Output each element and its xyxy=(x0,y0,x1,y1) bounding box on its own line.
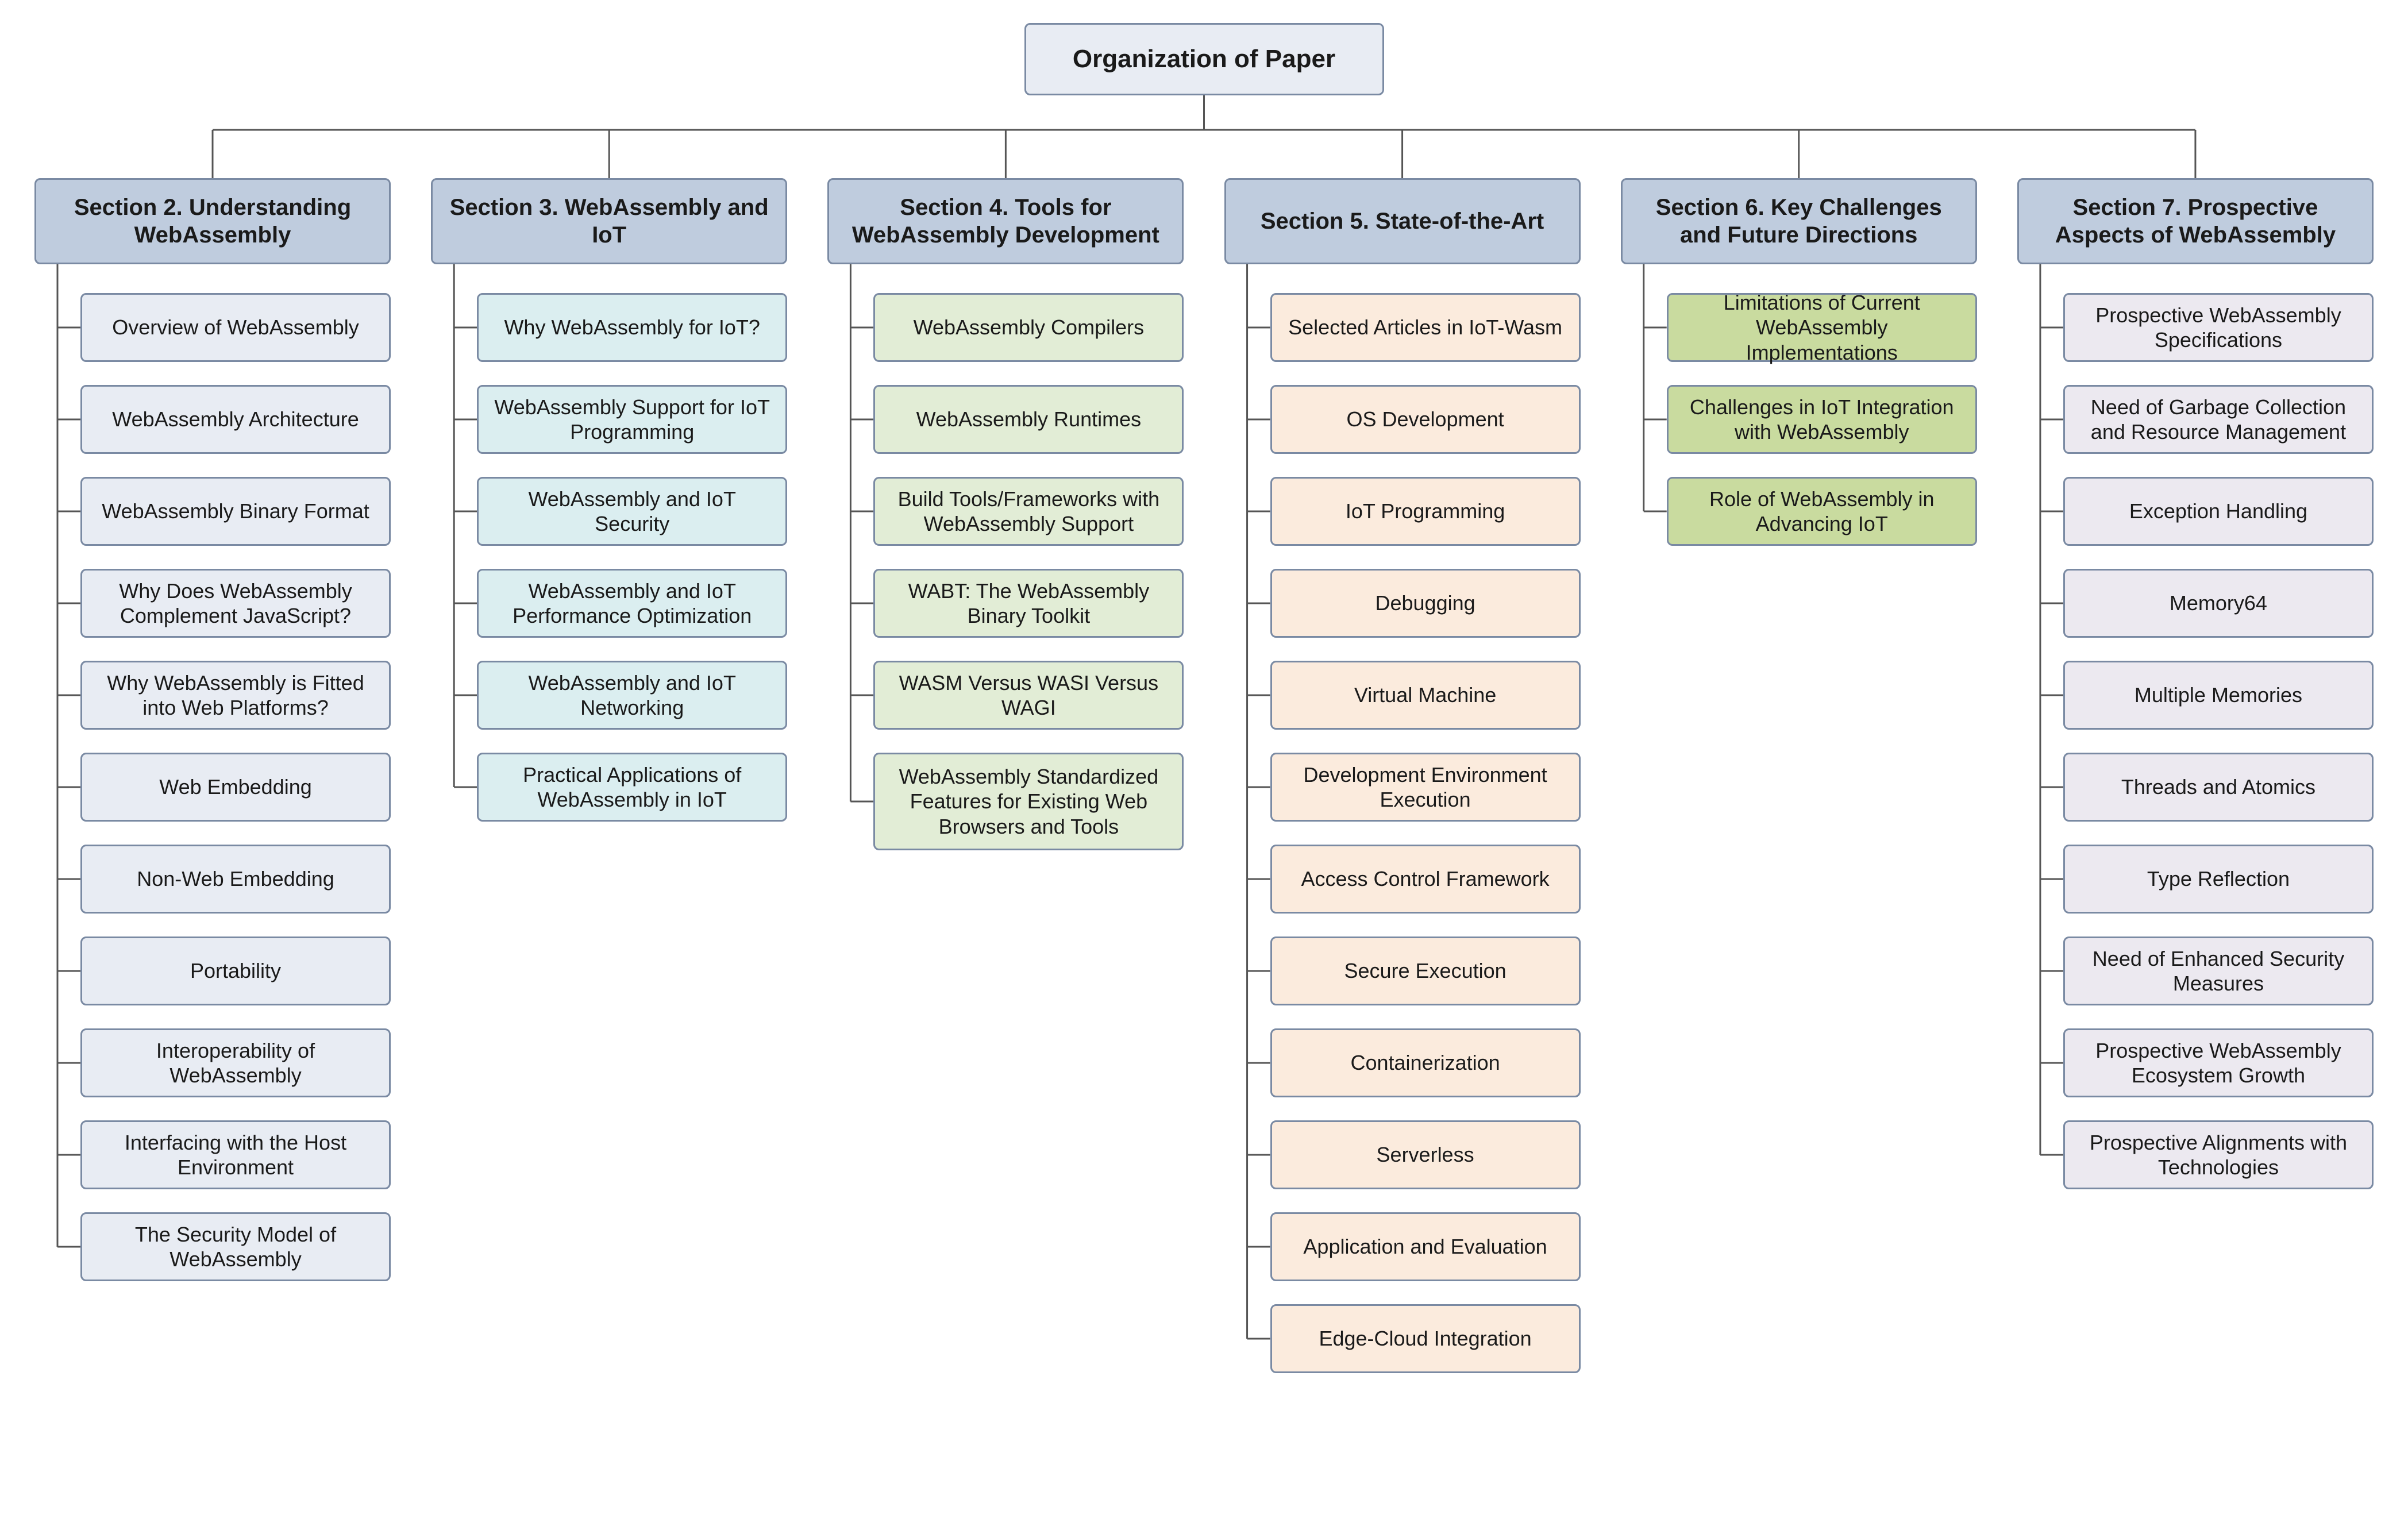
topic-node: Secure Execution xyxy=(1270,937,1581,1005)
section-column: Section 6. Key Challenges and Future Dir… xyxy=(1621,178,1977,1373)
topic-node: WebAssembly and IoT Security xyxy=(477,477,787,546)
topic-node: Practical Applications of WebAssembly in… xyxy=(477,753,787,822)
topic-node: WebAssembly Support for IoT Programming xyxy=(477,385,787,454)
topic-node: Threads and Atomics xyxy=(2063,753,2374,822)
topic-node: WebAssembly Runtimes xyxy=(873,385,1184,454)
topic-node: Multiple Memories xyxy=(2063,661,2374,730)
topic-node: Prospective Alignments with Technologies xyxy=(2063,1120,2374,1189)
section-column: Section 2. Understanding WebAssembly Over… xyxy=(34,178,391,1373)
section-children: WebAssembly Compilers WebAssembly Runtime… xyxy=(827,293,1184,850)
section-column: Section 7. Prospective Aspects of WebAss… xyxy=(2017,178,2374,1373)
topic-node: OS Development xyxy=(1270,385,1581,454)
topic-node: Type Reflection xyxy=(2063,845,2374,914)
section-header: Section 7. Prospective Aspects of WebAss… xyxy=(2017,178,2374,264)
topic-node: WebAssembly and IoT Networking xyxy=(477,661,787,730)
topic-node: WABT: The WebAssembly Binary Toolkit xyxy=(873,569,1184,638)
topic-node: Why WebAssembly for IoT? xyxy=(477,293,787,362)
topic-node: IoT Programming xyxy=(1270,477,1581,546)
topic-node: Non-Web Embedding xyxy=(80,845,391,914)
topic-node: Overview of WebAssembly xyxy=(80,293,391,362)
topic-node: Containerization xyxy=(1270,1028,1581,1097)
topic-node: Interfacing with the Host Environment xyxy=(80,1120,391,1189)
topic-node: WebAssembly Standardized Features for Ex… xyxy=(873,753,1184,850)
section-column: Section 3. WebAssembly and IoT Why WebAss… xyxy=(431,178,787,1373)
topic-node: Exception Handling xyxy=(2063,477,2374,546)
columns-container: Section 2. Understanding WebAssembly Over… xyxy=(34,178,2374,1373)
topic-node: Development Environment Execution xyxy=(1270,753,1581,822)
topic-node: WebAssembly Architecture xyxy=(80,385,391,454)
topic-node: Limitations of Current WebAssembly Imple… xyxy=(1667,293,1977,362)
topic-node: WebAssembly Compilers xyxy=(873,293,1184,362)
diagram-canvas: Organization of Paper Section 2. Underst… xyxy=(0,0,2408,1530)
topic-node: Serverless xyxy=(1270,1120,1581,1189)
topic-node: Memory64 xyxy=(2063,569,2374,638)
section-column: Section 5. State-of-the-Art Selected Arti… xyxy=(1224,178,1581,1373)
topic-node: Prospective WebAssembly Ecosystem Growth xyxy=(2063,1028,2374,1097)
topic-node: Selected Articles in IoT-Wasm xyxy=(1270,293,1581,362)
topic-node: Interoperability of WebAssembly xyxy=(80,1028,391,1097)
section-header: Section 2. Understanding WebAssembly xyxy=(34,178,391,264)
topic-node: Why WebAssembly is Fitted into Web Platf… xyxy=(80,661,391,730)
topic-node: Challenges in IoT Integration with WebAs… xyxy=(1667,385,1977,454)
topic-node: Portability xyxy=(80,937,391,1005)
section-children: Overview of WebAssembly WebAssembly Archi… xyxy=(34,293,391,1281)
section-children: Why WebAssembly for IoT? WebAssembly Supp… xyxy=(431,293,787,822)
topic-node: The Security Model of WebAssembly xyxy=(80,1212,391,1281)
topic-node: Edge-Cloud Integration xyxy=(1270,1304,1581,1373)
section-column: Section 4. Tools for WebAssembly Develop… xyxy=(827,178,1184,1373)
section-children: Limitations of Current WebAssembly Imple… xyxy=(1621,293,1977,546)
topic-node: Role of WebAssembly in Advancing IoT xyxy=(1667,477,1977,546)
topic-node: Virtual Machine xyxy=(1270,661,1581,730)
topic-node: WebAssembly Binary Format xyxy=(80,477,391,546)
section-header: Section 4. Tools for WebAssembly Develop… xyxy=(827,178,1184,264)
topic-node: Web Embedding xyxy=(80,753,391,822)
section-children: Prospective WebAssembly Specifications Ne… xyxy=(2017,293,2374,1189)
section-header: Section 5. State-of-the-Art xyxy=(1224,178,1581,264)
section-children: Selected Articles in IoT-Wasm OS Developm… xyxy=(1224,293,1581,1373)
topic-node: Why Does WebAssembly Complement JavaScri… xyxy=(80,569,391,638)
topic-node: Application and Evaluation xyxy=(1270,1212,1581,1281)
topic-node: Need of Garbage Collection and Resource … xyxy=(2063,385,2374,454)
section-header: Section 3. WebAssembly and IoT xyxy=(431,178,787,264)
topic-node: Need of Enhanced Security Measures xyxy=(2063,937,2374,1005)
topic-node: WebAssembly and IoT Performance Optimiza… xyxy=(477,569,787,638)
topic-node: WASM Versus WASI Versus WAGI xyxy=(873,661,1184,730)
topic-node: Build Tools/Frameworks with WebAssembly … xyxy=(873,477,1184,546)
topic-node: Access Control Framework xyxy=(1270,845,1581,914)
topic-node: Debugging xyxy=(1270,569,1581,638)
topic-node: Prospective WebAssembly Specifications xyxy=(2063,293,2374,362)
root-node: Organization of Paper xyxy=(1024,23,1384,95)
section-header: Section 6. Key Challenges and Future Dir… xyxy=(1621,178,1977,264)
